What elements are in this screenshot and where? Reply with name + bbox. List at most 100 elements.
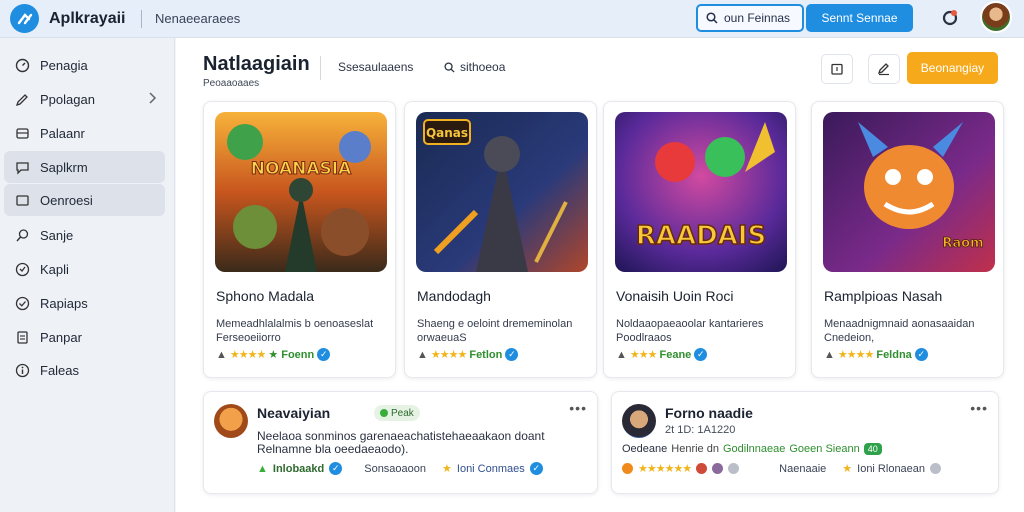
feed-meta-label[interactable]: Ioni Conmaes <box>457 463 525 475</box>
feed-text-line: Neelaoa sonminos garenaeachatistehaeaaka… <box>257 429 545 443</box>
game-thumbnail[interactable]: NOANASIA <box>215 112 387 272</box>
sidebar-item-6[interactable]: Kapli <box>4 253 165 285</box>
divider <box>141 10 142 28</box>
sidebar-item-label: Oenroesi <box>40 192 93 208</box>
primary-action-button[interactable]: Beonangiay <box>907 52 998 84</box>
thumbs-up-icon: ▲ <box>824 348 835 361</box>
chat-icon <box>14 159 30 175</box>
search-icon <box>444 61 455 73</box>
sidebar-item-label: Kapli <box>40 261 69 277</box>
sidebar-item-0[interactable]: Penagia <box>4 49 165 81</box>
sidebar-item-8[interactable]: Panpar <box>4 321 165 353</box>
check-circle-icon <box>14 295 30 311</box>
main-search-label: sithoeoa <box>460 60 506 74</box>
thumbs-up-icon: ▲ <box>257 462 268 475</box>
chevron-right-icon <box>147 91 157 108</box>
thumbs-up-icon: ▲ <box>216 348 227 361</box>
game-description-line: Poodlraaos <box>616 332 672 344</box>
verified-icon: ✓ <box>914 348 928 361</box>
feed-tag: Oedeane <box>622 443 668 455</box>
document-icon <box>14 329 30 345</box>
search-icon <box>706 12 718 24</box>
grid-icon <box>14 125 30 141</box>
feed-tag[interactable]: Goeen Sieann <box>789 443 859 455</box>
feed-post[interactable]: Neavaiyian Peak ••• Neelaoa sonminos gar… <box>203 391 598 494</box>
app-logo-icon[interactable] <box>10 4 39 33</box>
game-description: Shaeng e oeloint drememinolan orwaeuaS <box>417 317 587 345</box>
calendar-button[interactable] <box>821 54 853 84</box>
sidebar-item-4[interactable]: Oenroesi <box>4 184 165 216</box>
search-button-label: oun Feinnas <box>724 11 791 25</box>
verified-icon: ✓ <box>329 462 343 475</box>
game-thumbnail[interactable]: Raom <box>823 112 995 272</box>
sidebar-item-7[interactable]: Rapiaps <box>4 287 165 319</box>
game-card[interactable]: Qanas Mandodagh Shaeng e oeloint drememi… <box>404 101 597 378</box>
status-dot-icon <box>380 409 388 417</box>
page-title: Natlaagiain <box>203 53 310 75</box>
sidebar-item-9[interactable]: Faleas <box>4 354 165 386</box>
feed-meta-label[interactable]: Ioni Rlonaean <box>857 463 925 475</box>
feed-post[interactable]: Forno naadie ••• 2t 1D: 1A1220 Oedeane H… <box>611 391 999 494</box>
sidebar-item-2[interactable]: Palaanr <box>4 117 165 149</box>
more-options-icon[interactable]: ••• <box>970 400 988 416</box>
edit-icon <box>877 63 889 76</box>
sidebar-item-3[interactable]: Saplkrm <box>4 151 165 183</box>
game-title: Vonaisih Uoin Roci <box>616 288 734 304</box>
coin-icon <box>622 463 633 474</box>
notification-icon[interactable] <box>939 7 961 29</box>
square-icon <box>14 192 30 208</box>
emoji-icon <box>712 463 724 474</box>
game-description-line: orwaeuaS <box>417 332 467 344</box>
game-description-line: Menaadnigmnaid aonasaaidan <box>824 318 975 330</box>
game-card[interactable]: RAADAIS Vonaisih Uoin Roci Noldaaopaeaoo… <box>603 101 796 378</box>
feed-avatar[interactable] <box>622 404 656 438</box>
cta-button[interactable]: Sennt Sennae <box>806 4 913 32</box>
verified-icon: ✓ <box>505 348 519 361</box>
app-subtitle: Nenaeearaees <box>155 11 241 26</box>
feed-author[interactable]: Forno naadie <box>665 405 753 421</box>
thumbs-up-icon: ▲ <box>616 348 627 361</box>
verified-icon: ✓ <box>529 462 543 475</box>
search-button[interactable]: oun Feinnas <box>696 4 804 32</box>
game-description: Noldaaopaeaoolar kantarieres Poodlraaos <box>616 317 786 345</box>
feed-tags: Oedeane Henrie dn Godilnnaeae Goeen Siea… <box>622 443 882 455</box>
share-icon <box>728 463 740 474</box>
game-description-line: Shaeng e oeloint drememinolan <box>417 318 573 330</box>
main-search[interactable]: sithoeoa <box>444 60 505 74</box>
star-rating-icon: ★★★★★★ <box>638 463 692 475</box>
sidebar-item-label: Faleas <box>40 362 80 378</box>
feed-author[interactable]: Neavaiyian <box>257 405 330 421</box>
sidebar-item-label: Ppolagan <box>40 91 95 107</box>
feed-timestamp: 2t 1D: 1A1220 <box>665 424 736 436</box>
tab-primary[interactable]: Ssesaulaaens <box>338 60 413 74</box>
feed-meta: ▲ Inlobaakd ✓ Sonsaoaoon ★ Ioni Conmaes … <box>257 462 543 475</box>
game-meta: ▲ ★★★★ Feldna ✓ <box>824 348 928 361</box>
game-meta: ▲ ★★★★ ★ Foenn ✓ <box>216 348 331 361</box>
star-rating-icon: ★★★★ <box>430 349 467 361</box>
star-rating-icon: ★★★ <box>629 349 658 361</box>
feed-meta-label[interactable]: Sonsaoaoon <box>364 463 426 475</box>
game-card[interactable]: Raom Ramplpioas Nasah Menaadnigmnaid aon… <box>811 101 1004 378</box>
edit-button[interactable] <box>868 54 900 84</box>
count-badge: 40 <box>863 443 882 455</box>
feed-avatar[interactable] <box>214 404 248 438</box>
game-card[interactable]: NOANASIA Sphono Madala Memeadhlalalmis b… <box>203 101 396 378</box>
pencil-icon <box>14 91 30 107</box>
more-icon <box>930 463 942 474</box>
game-thumbnail[interactable]: RAADAIS <box>615 112 787 272</box>
game-title: Ramplpioas Nasah <box>824 288 943 304</box>
sidebar-item-5[interactable]: Sanje <box>4 219 165 251</box>
game-thumbnail[interactable]: Qanas <box>416 112 588 272</box>
star-icon: ★ <box>442 463 452 475</box>
rating-label: Feane <box>659 348 692 361</box>
feed-meta-label[interactable]: Naenaaie <box>779 463 826 475</box>
user-avatar[interactable] <box>980 1 1012 33</box>
thumbnail-title: NOANASIA <box>251 159 352 179</box>
sidebar-item-1[interactable]: Ppolagan <box>4 83 165 115</box>
feed-meta-label[interactable]: Inlobaakd <box>273 463 324 475</box>
more-options-icon[interactable]: ••• <box>569 400 587 416</box>
feed-tag[interactable]: Godilnnaeae <box>723 443 785 455</box>
feed-text: Neelaoa sonminos garenaeachatistehaeaaka… <box>257 430 587 456</box>
heart-icon <box>696 463 708 474</box>
calendar-icon <box>831 63 843 75</box>
